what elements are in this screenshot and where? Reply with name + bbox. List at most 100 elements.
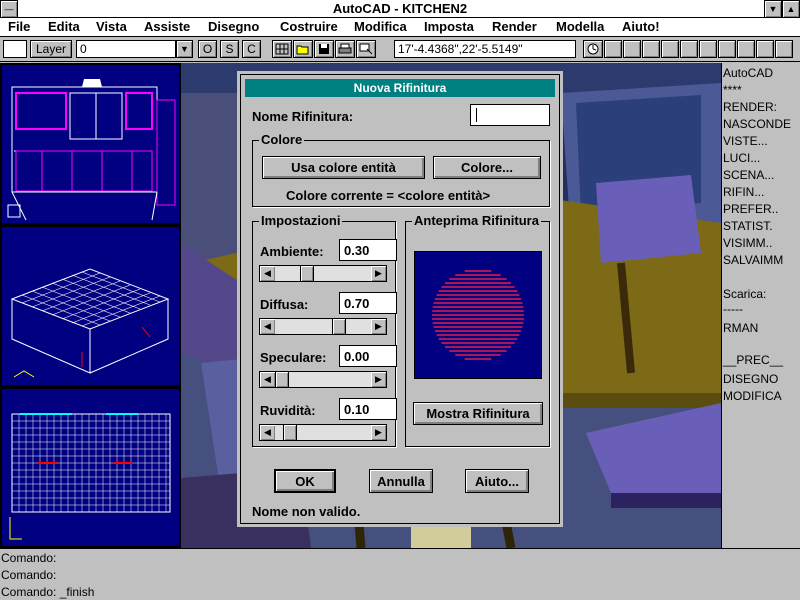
use-entity-color-button[interactable]: Usa colore entità — [262, 156, 425, 179]
side-menu-item[interactable]: __PREC__ — [723, 353, 783, 367]
save-icon[interactable] — [314, 40, 334, 58]
toolbar-slot-5[interactable] — [680, 40, 698, 58]
scroll-left-icon[interactable]: ◀ — [260, 319, 275, 334]
minimize-glyph: ▼ — [768, 4, 778, 14]
menu-disegno[interactable]: Disegno — [208, 19, 259, 34]
settings-group-label: Impostazioni — [259, 213, 343, 228]
select-window-icon[interactable] — [356, 40, 376, 58]
color-group-label: Colore — [259, 132, 305, 147]
snap-button[interactable]: S — [220, 40, 239, 58]
side-menu-item[interactable]: SALVAIMM — [723, 253, 783, 267]
clock-icon[interactable] — [583, 40, 603, 58]
side-menu-item[interactable]: **** — [723, 83, 742, 97]
help-button[interactable]: Aiuto... — [465, 469, 529, 493]
ambient-slider[interactable]: ◀ ▶ — [259, 265, 387, 282]
diffuse-slider[interactable]: ◀ ▶ — [259, 318, 387, 335]
slider-thumb[interactable] — [275, 372, 289, 387]
roughness-value[interactable]: 0.10 — [339, 398, 397, 420]
scroll-left-icon[interactable]: ◀ — [260, 266, 275, 281]
side-menu-item[interactable]: RIFIN... — [723, 185, 764, 199]
scroll-right-icon[interactable]: ▶ — [371, 372, 386, 387]
status-message: Nome non valido. — [252, 504, 361, 519]
side-menu-item[interactable]: AutoCAD — [723, 66, 773, 80]
open-folder-icon[interactable] — [293, 40, 313, 58]
arrow-glyph: ▶ — [375, 427, 382, 437]
menu-file[interactable]: File — [8, 19, 30, 34]
slider-thumb[interactable] — [283, 425, 298, 440]
diffuse-value[interactable]: 0.70 — [339, 292, 397, 314]
side-menu-item[interactable]: PREFER.. — [723, 202, 778, 216]
side-menu-item[interactable]: RMAN — [723, 321, 758, 335]
side-menu-item[interactable]: ----- — [723, 302, 743, 316]
arrow-glyph: ▶ — [375, 321, 382, 331]
coordinates-display: 17'-4.4368",22'-5.5149" — [394, 40, 576, 58]
maximize-icon[interactable]: ▲ — [782, 0, 800, 18]
slider-thumb[interactable] — [299, 266, 314, 281]
menu-aiuto[interactable]: Aiuto! — [622, 19, 660, 34]
ortho-button[interactable]: O — [198, 40, 217, 58]
kitchen-plan-grid — [9, 413, 171, 540]
arrow-glyph: ◀ — [264, 374, 271, 384]
menu-modifica[interactable]: Modifica — [354, 19, 407, 34]
layer-field[interactable]: 0 — [76, 40, 176, 58]
show-finish-button[interactable]: Mostra Rifinitura — [413, 402, 543, 425]
toolbar-slot-2[interactable] — [623, 40, 641, 58]
toolbar-slot-4[interactable] — [661, 40, 679, 58]
side-menu-item[interactable]: STATIST. — [723, 219, 773, 233]
toolbar-slot-1[interactable] — [604, 40, 622, 58]
print-icon[interactable] — [335, 40, 355, 58]
specular-value[interactable]: 0.00 — [339, 345, 397, 367]
menu-render[interactable]: Render — [492, 19, 537, 34]
finish-name-input[interactable] — [470, 104, 550, 126]
grid-icon[interactable] — [272, 40, 292, 58]
toolbar-slot-3[interactable] — [642, 40, 660, 58]
command-line: Comando: — [1, 568, 57, 582]
scroll-right-icon[interactable]: ▶ — [371, 425, 386, 440]
side-menu-item[interactable]: VISTE... — [723, 134, 768, 148]
command-area[interactable]: Comando: Comando: Comando: _finish — [0, 548, 800, 600]
ok-button[interactable]: OK — [274, 469, 336, 493]
side-menu-item[interactable]: Scarica: — [723, 287, 766, 301]
new-finish-dialog: Nuova Rifinitura Nome Rifinitura: Colore… — [237, 71, 563, 527]
toolbar-slot-8[interactable] — [737, 40, 755, 58]
scroll-right-icon[interactable]: ▶ — [371, 319, 386, 334]
coords-button[interactable]: C — [242, 40, 261, 58]
viewport-front[interactable] — [0, 63, 181, 225]
menu-assiste[interactable]: Assiste — [144, 19, 190, 34]
menu-imposta[interactable]: Imposta — [424, 19, 474, 34]
scroll-left-icon[interactable]: ◀ — [260, 372, 275, 387]
toolbar-slot-9[interactable] — [756, 40, 774, 58]
toolbar-slot-6[interactable] — [699, 40, 717, 58]
side-menu-item[interactable]: VISIMM.. — [723, 236, 772, 250]
viewport-iso[interactable] — [0, 225, 181, 387]
menu-vista[interactable]: Vista — [96, 19, 127, 34]
color-swatch[interactable] — [3, 40, 27, 58]
diffuse-label: Diffusa: — [260, 297, 309, 312]
arrow-glyph: ▶ — [375, 374, 382, 384]
toolbar-slot-10[interactable] — [775, 40, 793, 58]
roughness-slider[interactable]: ◀ ▶ — [259, 424, 387, 441]
side-menu-item[interactable]: LUCI... — [723, 151, 760, 165]
side-menu-item[interactable]: NASCONDE — [723, 117, 791, 131]
layer-dropdown-icon[interactable]: ▼ — [176, 40, 193, 58]
side-menu-item[interactable]: SCENA... — [723, 168, 774, 182]
menu-edita[interactable]: Edita — [48, 19, 80, 34]
side-menu-item[interactable]: DISEGNO — [723, 372, 778, 386]
menu-modella[interactable]: Modella — [556, 19, 604, 34]
ambient-value[interactable]: 0.30 — [339, 239, 397, 261]
scroll-left-icon[interactable]: ◀ — [260, 425, 275, 440]
specular-label: Speculare: — [260, 350, 327, 365]
scroll-right-icon[interactable]: ▶ — [371, 266, 386, 281]
menu-costruire[interactable]: Costruire — [280, 19, 338, 34]
slider-thumb[interactable] — [332, 319, 347, 334]
layer-button[interactable]: Layer — [30, 40, 72, 58]
cancel-button[interactable]: Annulla — [369, 469, 433, 493]
toolbar-slot-7[interactable] — [718, 40, 736, 58]
minimize-icon[interactable]: ▼ — [764, 0, 782, 18]
side-menu-item[interactable]: MODIFICA — [723, 389, 782, 403]
viewport-plan[interactable] — [0, 387, 181, 548]
specular-slider[interactable]: ◀ ▶ — [259, 371, 387, 388]
maximize-glyph: ▲ — [786, 4, 796, 14]
color-button[interactable]: Colore... — [433, 156, 541, 179]
side-menu-item[interactable]: RENDER: — [723, 100, 777, 114]
